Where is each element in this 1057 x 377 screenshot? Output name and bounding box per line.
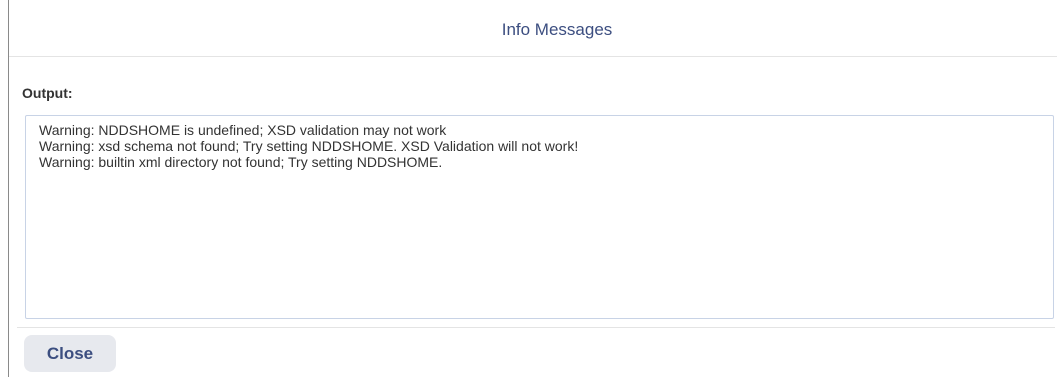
dialog-title: Info Messages bbox=[501, 20, 613, 39]
dialog-header: Info Messages bbox=[9, 0, 1057, 57]
footer-divider bbox=[17, 327, 1055, 328]
output-label: Output: bbox=[22, 85, 73, 101]
output-line: Warning: NDDSHOME is undefined; XSD vali… bbox=[39, 122, 447, 138]
output-line: Warning: xsd schema not found; Try setti… bbox=[39, 138, 579, 154]
close-button[interactable]: Close bbox=[24, 335, 116, 372]
output-line: Warning: builtin xml directory not found… bbox=[39, 154, 443, 170]
info-messages-dialog: Info Messages Output: Warning: NDDSHOME … bbox=[8, 0, 1057, 377]
output-textarea[interactable]: Warning: NDDSHOME is undefined; XSD vali… bbox=[25, 115, 1054, 319]
